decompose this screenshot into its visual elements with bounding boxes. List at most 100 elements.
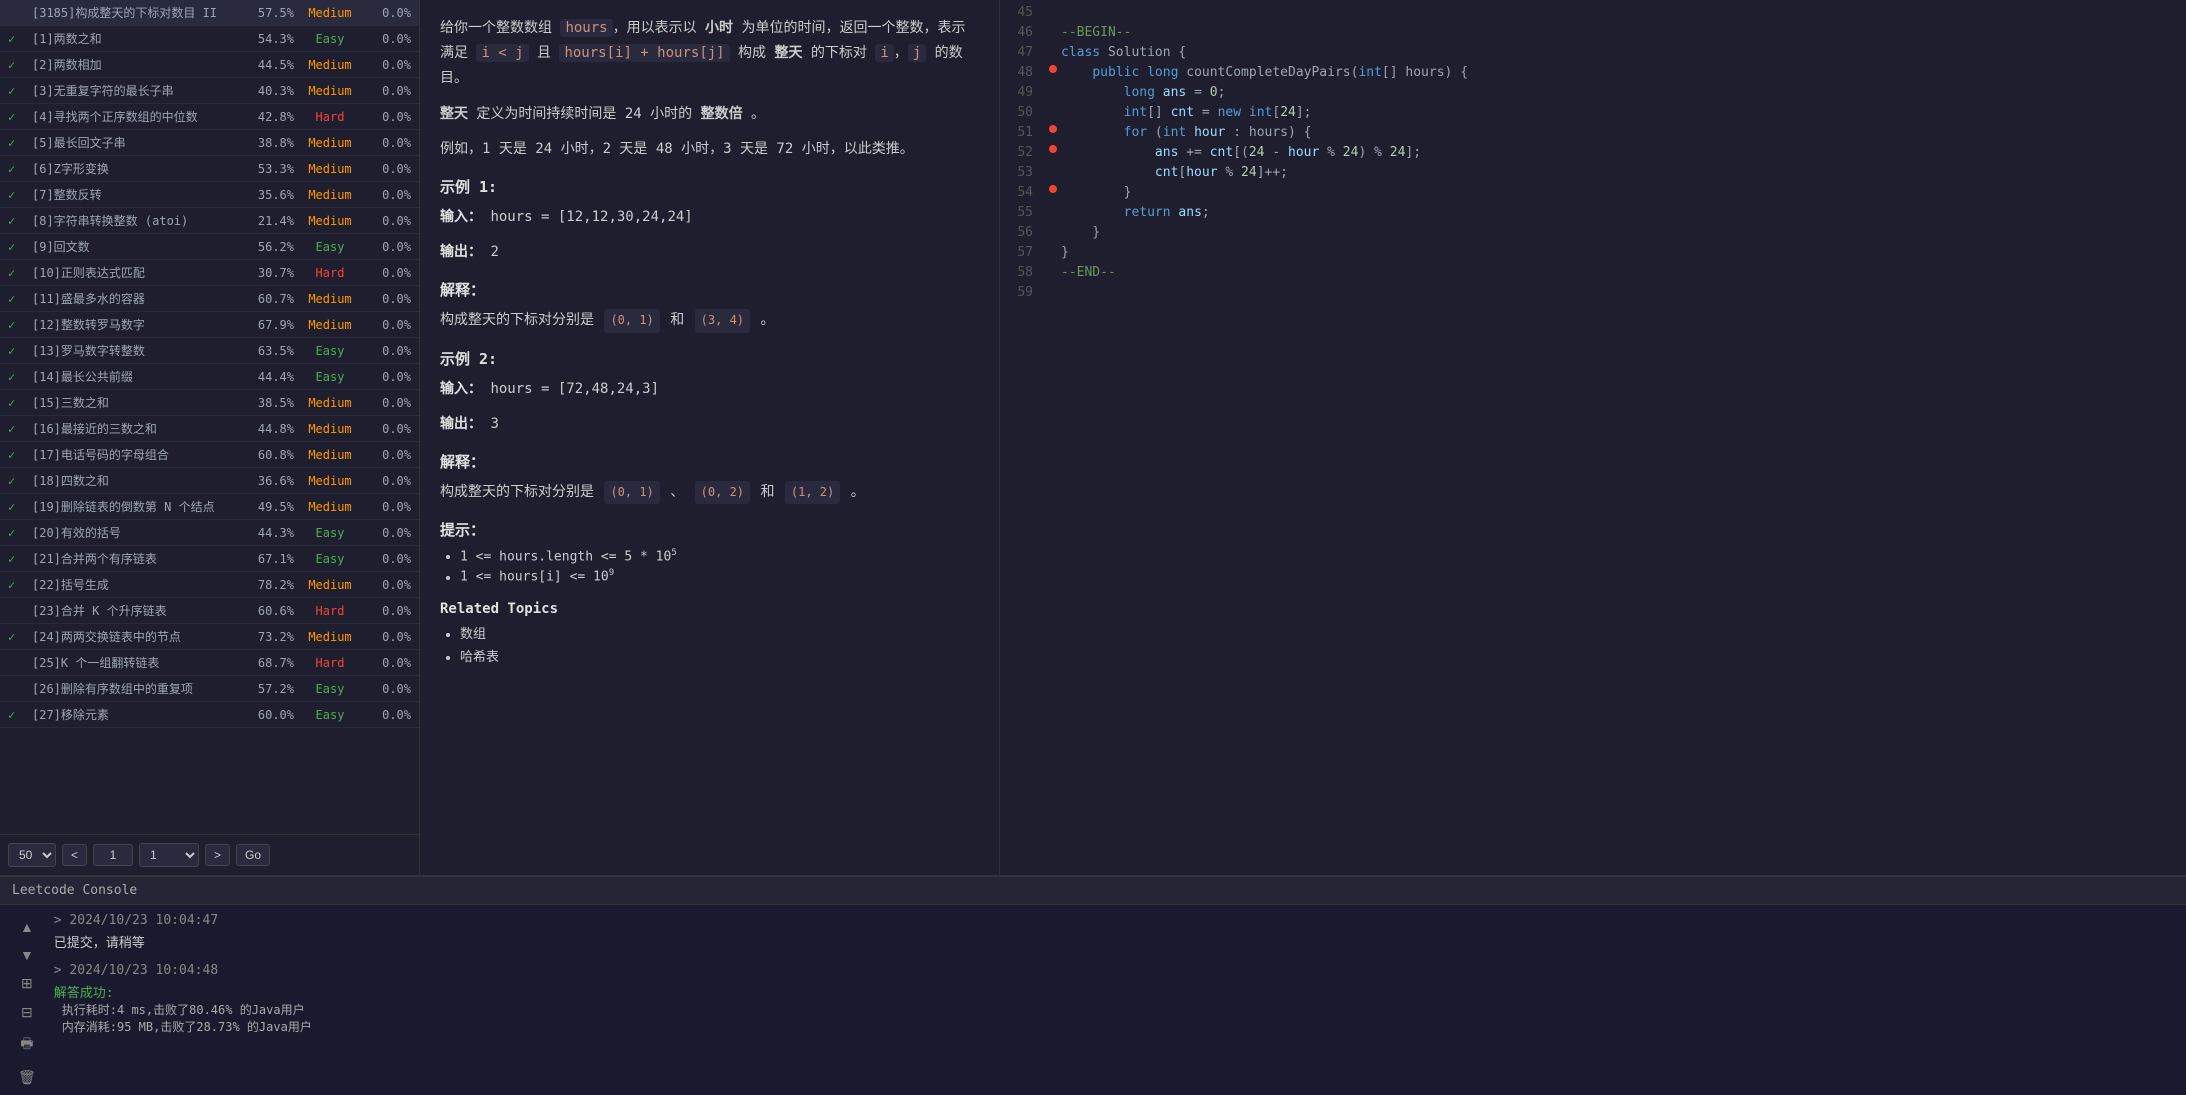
problem-rate: 0.0% — [366, 500, 411, 514]
problem-row[interactable]: ✓[3]无重复字符的最长子串40.3%Medium0.0% — [0, 78, 419, 104]
problem-check: ✓ — [8, 422, 26, 436]
console-entry: > 2024/10/23 10:04:47已提交，请稍等 — [54, 913, 2170, 951]
example1-and: 和 — [670, 312, 684, 328]
console-action2-button[interactable]: ⊟ — [19, 1002, 35, 1023]
problem-row[interactable]: [25]K 个一组翻转链表68.7%Hard0.0% — [0, 650, 419, 676]
example1-explain-title: 解释： — [440, 279, 979, 300]
breakpoint-indicator — [1049, 125, 1057, 133]
problem-title: [25]K 个一组翻转链表 — [32, 654, 238, 671]
problem-row[interactable]: ✓[22]括号生成78.2%Medium0.0% — [0, 572, 419, 598]
page-input[interactable] — [93, 844, 133, 866]
example1-explain-text: 构成整天的下标对分别是 (0, 1) 和 (3, 4) 。 — [440, 308, 979, 333]
problem-rate: 0.0% — [366, 682, 411, 696]
problem-title: [9]回文数 — [32, 238, 238, 255]
problem-row[interactable]: [26]删除有序数组中的重复项57.2%Easy0.0% — [0, 676, 419, 702]
code-text: cnt[hour % 24]++; — [1061, 165, 2186, 180]
problem-row[interactable]: ✓[6]Z字形变换53.3%Medium0.0% — [0, 156, 419, 182]
code-text: return ans; — [1061, 205, 2186, 220]
problem-acceptance: 57.2% — [244, 682, 294, 696]
problem-row[interactable]: ✓[2]两数相加44.5%Medium0.0% — [0, 52, 419, 78]
whole-day-def: 整天 定义为时间持续时间是 24 小时的 整数倍 。 — [440, 102, 979, 127]
problem-row[interactable]: ✓[4]寻找两个正序数组的中位数42.8%Hard0.0% — [0, 104, 419, 130]
example2-output: 输出： 3 — [440, 412, 979, 437]
problem-difficulty: Medium — [300, 292, 360, 306]
prev-page-button[interactable]: < — [62, 844, 87, 866]
problem-acceptance: 60.6% — [244, 604, 294, 618]
problem-row[interactable]: ✓[17]电话号码的字母组合60.8%Medium0.0% — [0, 442, 419, 468]
problem-acceptance: 44.4% — [244, 370, 294, 384]
problem-row[interactable]: ✓[27]移除元素60.0%Easy0.0% — [0, 702, 419, 728]
line-number: 49 — [1000, 85, 1045, 100]
code-line: 56 } — [1000, 224, 2186, 244]
problem-title: [14]最长公共前缀 — [32, 368, 238, 385]
go-button[interactable]: Go — [236, 844, 270, 866]
per-page-select[interactable]: 50 — [8, 843, 56, 867]
problem-difficulty: Easy — [300, 370, 360, 384]
problem-row[interactable]: ✓[5]最长回文子串38.8%Medium0.0% — [0, 130, 419, 156]
problem-row[interactable]: ✓[16]最接近的三数之和44.8%Medium0.0% — [0, 416, 419, 442]
example1-input-value: hours = [12,12,30,24,24] — [490, 209, 692, 225]
problem-row[interactable]: ✓[1]两数之和54.3%Easy0.0% — [0, 26, 419, 52]
problem-acceptance: 30.7% — [244, 266, 294, 280]
problem-check: ✓ — [8, 396, 26, 410]
line-gutter — [1045, 125, 1061, 133]
problem-rate: 0.0% — [366, 188, 411, 202]
problem-row[interactable]: ✓[21]合并两个有序链表67.1%Easy0.0% — [0, 546, 419, 572]
code-line: 54 } — [1000, 184, 2186, 204]
problem-row[interactable]: ✓[20]有效的括号44.3%Easy0.0% — [0, 520, 419, 546]
problem-row[interactable]: ✓[15]三数之和38.5%Medium0.0% — [0, 390, 419, 416]
problem-rate: 0.0% — [366, 370, 411, 384]
problem-row[interactable]: ✓[14]最长公共前缀44.4%Easy0.0% — [0, 364, 419, 390]
problem-title: [11]盛最多水的容器 — [32, 290, 238, 307]
next-page-button[interactable]: > — [205, 844, 230, 866]
code-text: long ans = 0; — [1061, 85, 2186, 100]
problem-title: [3]无重复字符的最长子串 — [32, 82, 238, 99]
console-action1-button[interactable]: ⊞ — [19, 973, 35, 994]
problem-row[interactable]: ✓[11]盛最多水的容器60.7%Medium0.0% — [0, 286, 419, 312]
example1-tag1: (0, 1) — [604, 309, 659, 333]
problem-row[interactable]: [3185]构成整天的下标对数目 II57.5%Medium0.0% — [0, 0, 419, 26]
problem-check: ✓ — [8, 630, 26, 644]
problem-acceptance: 60.8% — [244, 448, 294, 462]
console-up-button[interactable]: ▲ — [18, 917, 36, 937]
related-topics: Related Topics 数组哈希表 — [440, 601, 979, 665]
console-down-button[interactable]: ▼ — [18, 945, 36, 965]
problem-rate: 0.0% — [366, 708, 411, 722]
problem-check: ✓ — [8, 214, 26, 228]
problem-row[interactable]: [23]合并 K 个升序链表60.6%Hard0.0% — [0, 598, 419, 624]
problem-acceptance: 42.8% — [244, 110, 294, 124]
code-text: int[] cnt = new int[24]; — [1061, 105, 2186, 120]
problem-check: ✓ — [8, 58, 26, 72]
problem-row[interactable]: ✓[24]两两交换链表中的节点73.2%Medium0.0% — [0, 624, 419, 650]
line-number: 56 — [1000, 225, 1045, 240]
problem-title: [21]合并两个有序链表 — [32, 550, 238, 567]
problem-check: ✓ — [8, 344, 26, 358]
problem-row[interactable]: ✓[18]四数之和36.6%Medium0.0% — [0, 468, 419, 494]
problem-rate: 0.0% — [366, 318, 411, 332]
problem-rate: 0.0% — [366, 630, 411, 644]
example2-tag2: (0, 2) — [695, 481, 750, 505]
code-line: 49 long ans = 0; — [1000, 84, 2186, 104]
problem-rate: 0.0% — [366, 526, 411, 540]
problem-difficulty: Medium — [300, 500, 360, 514]
problem-row[interactable]: ✓[7]整数反转35.6%Medium0.0% — [0, 182, 419, 208]
page-select[interactable]: 1 — [139, 843, 199, 867]
main-area: [3185]构成整天的下标对数目 II57.5%Medium0.0%✓[1]两数… — [0, 0, 2186, 875]
code-text: ans += cnt[(24 - hour % 24) % 24]; — [1061, 145, 2186, 160]
example1-title: 示例 1: — [440, 176, 979, 197]
problem-row[interactable]: ✓[13]罗马数字转整数63.5%Easy0.0% — [0, 338, 419, 364]
code-editor-panel[interactable]: 4546--BEGIN--47class Solution {48 public… — [1000, 0, 2186, 875]
problem-row[interactable]: ✓[9]回文数56.2%Easy0.0% — [0, 234, 419, 260]
problem-row[interactable]: ✓[10]正则表达式匹配30.7%Hard0.0% — [0, 260, 419, 286]
console-delete-button[interactable]: 🗑 — [16, 1067, 38, 1088]
console-body: ▲ ▼ ⊞ ⊟ 🖶 🗑 > 2024/10/23 10:04:47已提交，请稍等… — [0, 905, 2186, 1095]
console-print-button[interactable]: 🖶 — [18, 1031, 35, 1059]
problem-difficulty: Medium — [300, 474, 360, 488]
problem-row[interactable]: ✓[12]整数转罗马数字67.9%Medium0.0% — [0, 312, 419, 338]
line-number: 47 — [1000, 45, 1045, 60]
problem-row[interactable]: ✓[8]字符串转换整数 (atoi)21.4%Medium0.0% — [0, 208, 419, 234]
problem-row[interactable]: ✓[19]删除链表的倒数第 N 个结点49.5%Medium0.0% — [0, 494, 419, 520]
code-line: 55 return ans; — [1000, 204, 2186, 224]
console-sidebar: ▲ ▼ ⊞ ⊟ 🖶 🗑 — [16, 913, 38, 1087]
code-line: 59 — [1000, 284, 2186, 304]
